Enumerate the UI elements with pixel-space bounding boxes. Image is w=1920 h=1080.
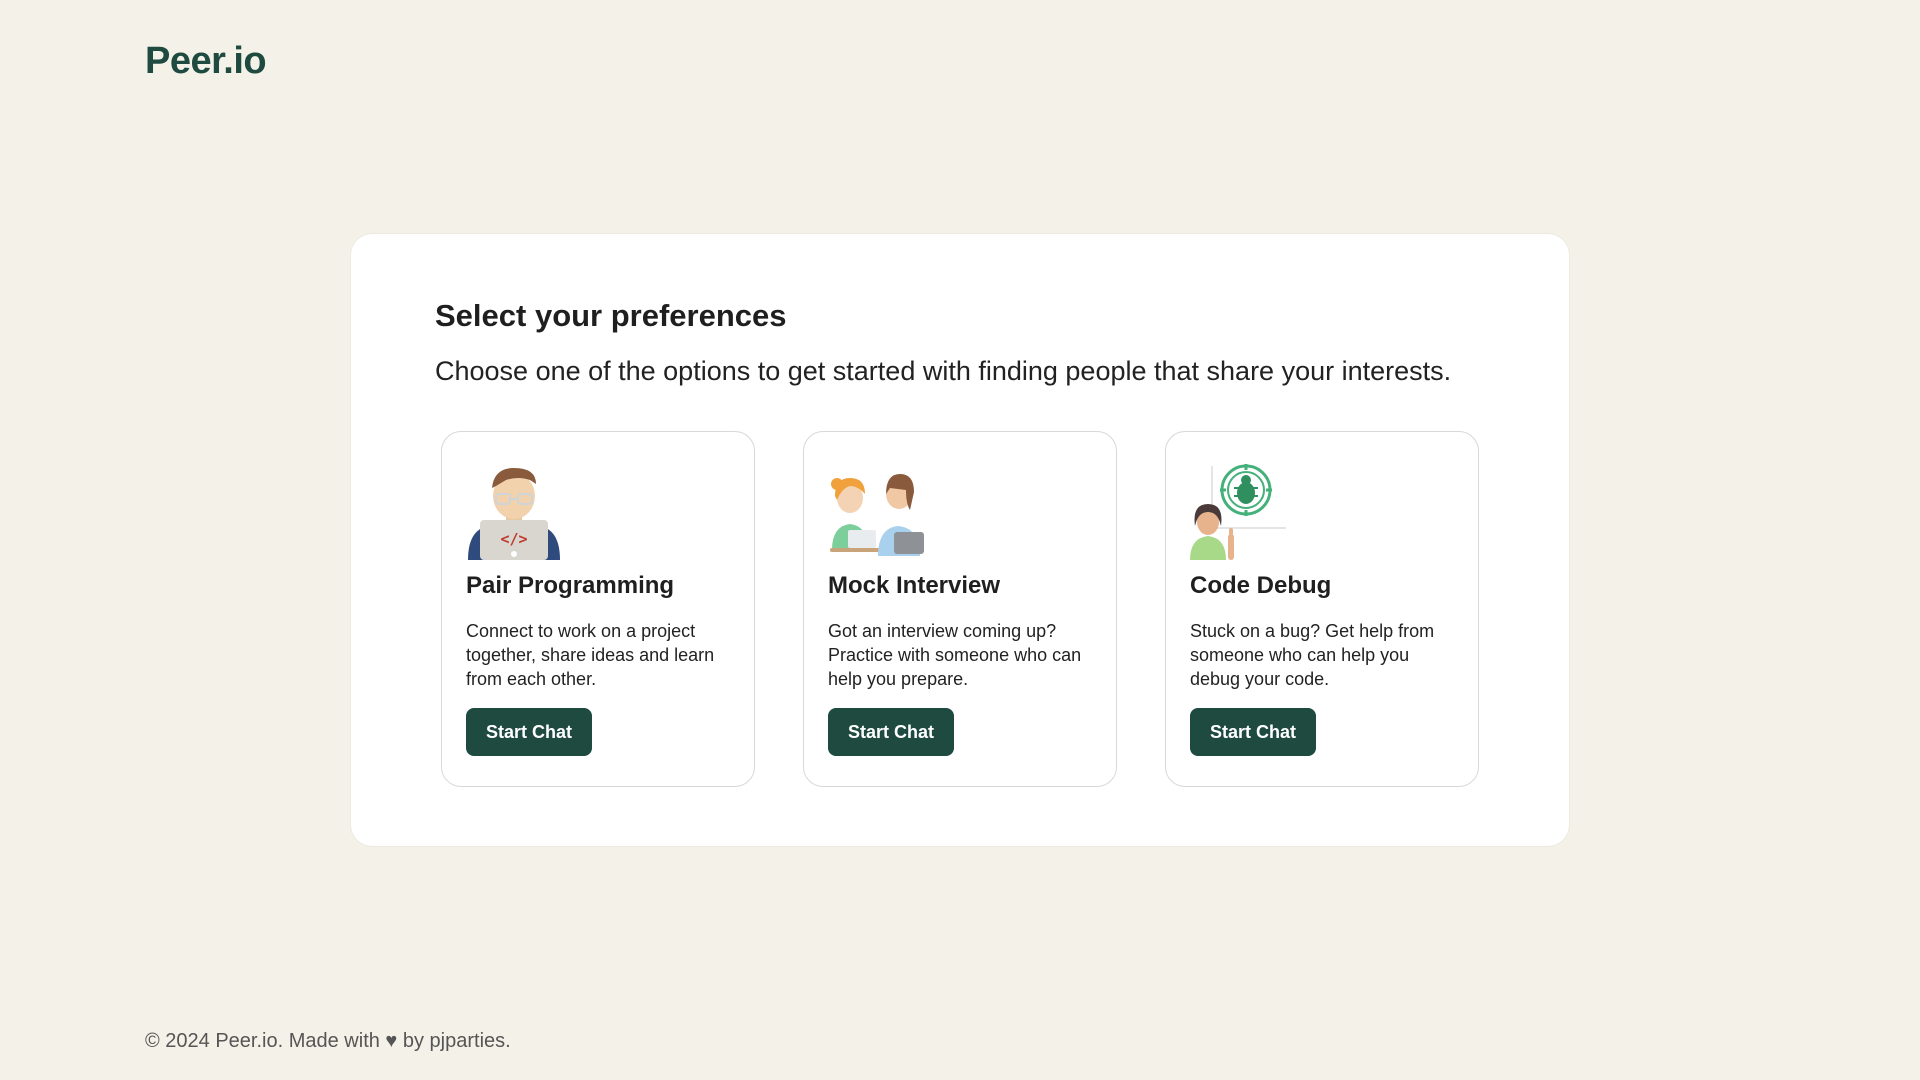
option-card-mock-interview: Mock Interview Got an interview coming u… (803, 431, 1117, 787)
option-cards: </> Pair Programming Connect to work on … (441, 431, 1479, 787)
card-description: Stuck on a bug? Get help from someone wh… (1190, 621, 1435, 689)
app-logo[interactable]: Peer.io (145, 40, 267, 83)
developer-laptop-icon: </> (468, 468, 560, 560)
option-card-pair-programming: </> Pair Programming Connect to work on … (441, 431, 755, 787)
svg-text:</>: </> (500, 530, 527, 548)
start-chat-button-pair-programming[interactable]: Start Chat (466, 708, 592, 756)
bug-target-icon (1190, 464, 1286, 560)
card-description: Connect to work on a project together, s… (466, 621, 715, 689)
page-subtitle: Choose one of the options to get started… (435, 356, 1452, 386)
card-title: Mock Interview (828, 572, 1001, 599)
preferences-panel: Select your preferences Choose one of th… (350, 233, 1570, 847)
card-title: Pair Programming (466, 572, 675, 599)
card-title: Code Debug (1190, 572, 1332, 599)
card-description: Got an interview coming up? Practice wit… (828, 621, 1082, 689)
page-title: Select your preferences (435, 298, 787, 333)
start-chat-button-code-debug[interactable]: Start Chat (1190, 708, 1316, 756)
footer-text: © 2024 Peer.io. Made with ♥ by pjparties… (145, 1030, 511, 1052)
interview-people-icon (830, 474, 924, 556)
option-card-code-debug: Code Debug Stuck on a bug? Get help from… (1165, 431, 1479, 787)
start-chat-button-mock-interview[interactable]: Start Chat (828, 708, 954, 756)
